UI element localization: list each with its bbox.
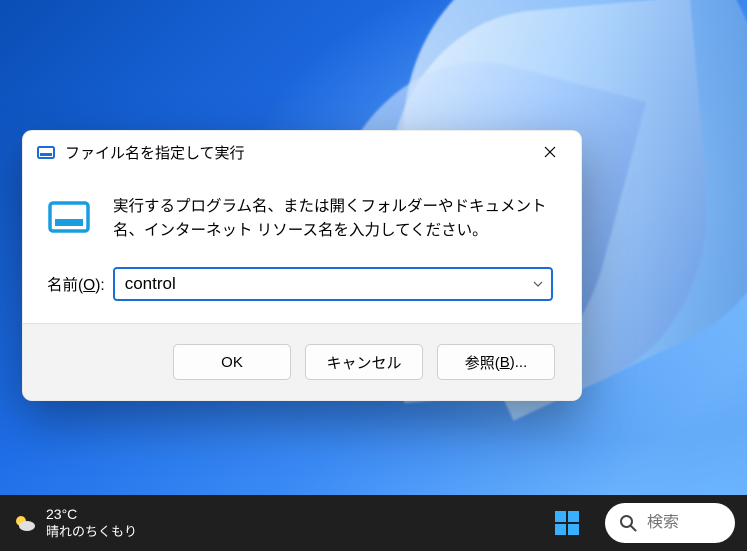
taskbar-search[interactable]: [605, 503, 735, 543]
taskbar: 23°C 晴れのちくもり: [0, 495, 747, 551]
name-input[interactable]: [125, 274, 527, 294]
name-label: 名前(O):: [47, 273, 105, 295]
button-bar: OK キャンセル 参照(B)...: [23, 323, 581, 400]
close-icon: [544, 146, 556, 158]
dialog-description: 実行するプログラム名、または開くフォルダーやドキュメント名、インターネット リソ…: [113, 195, 553, 243]
dialog-body: 実行するプログラム名、または開くフォルダーやドキュメント名、インターネット リソ…: [23, 173, 581, 263]
browse-button[interactable]: 参照(B)...: [437, 344, 555, 380]
name-combobox[interactable]: [113, 267, 553, 301]
search-icon: [619, 514, 637, 532]
ok-button[interactable]: OK: [173, 344, 291, 380]
cancel-button[interactable]: キャンセル: [305, 344, 423, 380]
close-button[interactable]: [527, 133, 573, 171]
dialog-title: ファイル名を指定して実行: [65, 142, 527, 163]
run-icon-large: [47, 195, 91, 239]
dialog-titlebar: ファイル名を指定して実行: [23, 131, 581, 173]
weather-widget[interactable]: 23°C 晴れのちくもり: [12, 506, 137, 540]
weather-condition: 晴れのちくもり: [46, 524, 137, 540]
start-button[interactable]: [545, 501, 589, 545]
run-dialog: ファイル名を指定して実行 実行するプログラム名、または開くフォルダーやドキュメン…: [22, 130, 582, 401]
weather-temperature: 23°C: [46, 506, 137, 524]
chevron-down-icon[interactable]: [527, 278, 543, 290]
weather-icon: [12, 511, 36, 535]
input-row: 名前(O):: [23, 263, 581, 323]
search-input[interactable]: [647, 514, 695, 532]
run-icon: [37, 143, 55, 161]
windows-logo-icon: [553, 509, 581, 537]
